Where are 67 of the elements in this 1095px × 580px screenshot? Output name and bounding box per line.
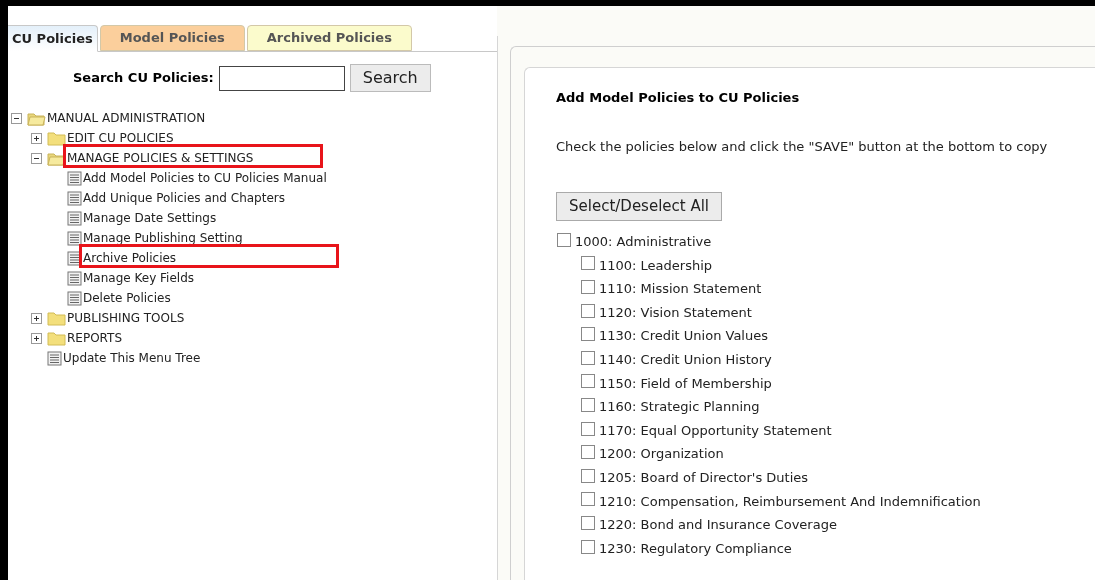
collapse-icon[interactable] [11,112,22,124]
tree-item[interactable]: Manage Date Settings [83,211,217,225]
instructions-text: Check the policies below and click the "SAVE" button at the bottom to copy [556,137,1049,156]
tree-item[interactable]: Delete Policies [83,291,171,305]
policy-label: 1210: Compensation, Reimbursement And Indemnification [599,492,981,511]
expand-icon[interactable] [31,312,42,324]
checkbox[interactable] [581,374,595,389]
tab[interactable]: Archived Policies [246,25,412,51]
tree-item[interactable]: Archive Policies [83,251,177,265]
tree-item[interactable]: MANAGE POLICIES & SETTINGS [67,151,254,165]
policy-label: 1220: Bond and Insurance Coverage [599,516,837,535]
document-icon [67,170,82,186]
folder-icon [47,310,66,326]
tree-item[interactable]: Update This Menu Tree [63,351,201,365]
tree-item[interactable]: PUBLISHING TOOLS [67,311,185,325]
checkbox[interactable] [581,280,595,294]
panel-title: Add Model Policies to CU Policies [556,89,801,107]
policy-label: 1200: Organization [599,445,724,464]
tree-item[interactable]: EDIT CU POLICIES [67,131,174,145]
policy-label: 1230: Regulatory Compliance [599,539,792,558]
tree-item[interactable]: REPORTS [67,331,122,345]
select-all-button[interactable]: Select/Deselect All [556,192,723,221]
checkbox[interactable] [581,515,595,530]
policy-label: 1160: Strategic Planning [599,398,760,417]
checkbox[interactable] [581,397,595,412]
document-icon [67,210,82,226]
policy-label: 1140: Credit Union History [599,351,772,369]
checkbox[interactable] [557,232,571,247]
checkbox[interactable] [581,256,595,271]
search-label: Search CU Policies: [73,69,214,88]
expand-icon[interactable] [31,132,42,144]
folder-icon [47,130,66,146]
document-icon [47,350,62,366]
policy-label: 1150: Field of Membership [599,374,772,393]
folder-icon [47,330,66,346]
tree-item[interactable]: Add Model Policies to CU Policies Manual [83,171,327,185]
tree-item[interactable]: Add Unique Policies and Chapters [83,191,285,205]
checkbox[interactable] [581,350,595,365]
policy-label: 1100: Leadership [599,256,713,275]
expand-icon[interactable] [31,332,42,344]
collapse-icon[interactable] [31,152,42,164]
tree-item[interactable]: MANUAL ADMINISTRATION [47,111,206,125]
document-icon [67,290,82,306]
checkbox[interactable] [581,421,595,436]
checkbox[interactable] [581,445,595,460]
document-icon [67,270,82,286]
tree-item[interactable]: Manage Key Fields [83,271,194,285]
tab[interactable]: CU Policies [8,25,98,52]
policy-label: 1205: Board of Director's Duties [599,469,809,487]
folder-icon [47,150,66,166]
policy-label: 1170: Equal Opportunity Statement [599,421,832,440]
document-icon [67,230,82,246]
policy-label: 1110: Mission Statement [599,280,762,299]
tab[interactable]: Model Policies [99,25,245,51]
tree-item[interactable]: Manage Publishing Setting [83,231,243,245]
search-button[interactable]: Search [349,64,431,92]
checkbox[interactable] [581,303,595,318]
document-icon [67,190,82,206]
policy-label: 1130: Credit Union Values [599,327,768,346]
checkbox[interactable] [581,327,595,342]
policy-label: 1120: Vision Statement [599,303,752,322]
checkbox[interactable] [581,539,595,554]
checkbox[interactable] [581,468,595,483]
policy-label: 1000: Administrative [575,233,712,252]
checkbox[interactable] [581,492,595,507]
folder-icon [27,110,46,126]
search-field[interactable] [218,65,345,91]
